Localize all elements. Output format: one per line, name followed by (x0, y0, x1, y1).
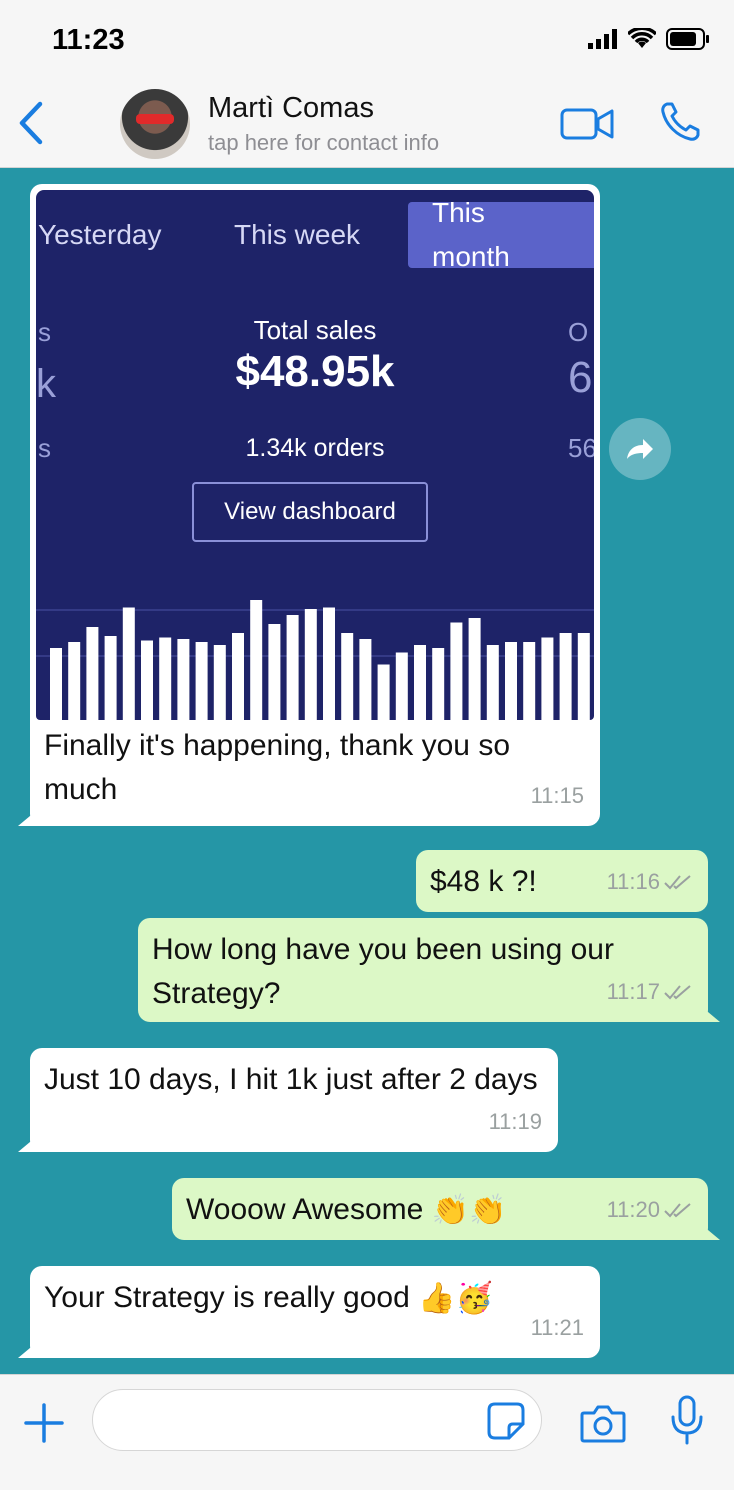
sales-screenshot[interactable]: Yesterday This week This month s k s O 6… (36, 190, 594, 720)
camera-icon[interactable] (580, 1403, 626, 1443)
message-text: Just 10 days, I hit 1k just after 2 days (44, 1063, 538, 1096)
sales-bar (86, 627, 99, 720)
bubble-tail (18, 1338, 42, 1358)
message-input[interactable] (92, 1389, 542, 1451)
read-ticks-icon (664, 875, 691, 890)
sales-bar-graph (36, 600, 594, 720)
sales-bar (395, 652, 408, 720)
sales-bar (505, 642, 517, 720)
bubble-tail (696, 1002, 720, 1022)
sales-bar (541, 637, 554, 720)
sales-bar (559, 633, 572, 720)
message-time: 11:17 (606, 979, 660, 1004)
message-time: 11:20 (606, 1197, 660, 1222)
message-time: 11:19 (488, 1109, 542, 1134)
read-ticks-icon (664, 1203, 691, 1218)
sales-bar (104, 636, 117, 720)
sales-bar (122, 607, 135, 720)
message-text: Your Strategy is really good (44, 1281, 410, 1314)
message-bubble-incoming[interactable]: Just 10 days, I hit 1k just after 2 days… (18, 1048, 558, 1152)
message-time: 11:16 (606, 869, 660, 894)
sales-bar (468, 618, 481, 720)
view-dashboard-button: View dashboard (192, 482, 428, 542)
forward-button[interactable] (609, 418, 671, 480)
sales-bar (159, 637, 172, 720)
sales-bar (195, 642, 208, 720)
tab-this-week: This week (234, 219, 361, 250)
wifi-icon (628, 28, 656, 48)
message-time: 11:15 (530, 783, 584, 808)
sales-bar (523, 642, 536, 720)
message-bubble-outgoing[interactable]: How long have you been using our Strateg… (138, 918, 720, 1022)
avatar[interactable] (120, 89, 190, 159)
sales-bar (414, 645, 426, 720)
thumbs-up-party-emoji: 👍🥳 (418, 1282, 493, 1316)
phone-icon[interactable] (658, 100, 702, 144)
message-bubble-incoming[interactable]: Your Strategy is really good 👍🥳 11:21 (18, 1266, 600, 1358)
sales-bar (432, 648, 445, 720)
sticker-icon[interactable] (487, 1402, 525, 1440)
battery-icon (666, 28, 709, 50)
video-call-icon[interactable] (560, 106, 614, 142)
chat-header: Martì Comas tap here for contact info (0, 80, 734, 168)
bubble-tail (696, 1220, 720, 1240)
message-text: $48 k ?! (430, 865, 537, 898)
plus-icon[interactable] (22, 1401, 66, 1445)
sales-bar (286, 615, 299, 720)
contact-name[interactable]: Martì Comas (208, 92, 374, 125)
back-chevron-icon[interactable] (14, 98, 48, 148)
total-sales-value: $48.95k (235, 347, 395, 396)
sales-bar (50, 648, 62, 720)
orders-count: 1.34k orders (245, 434, 385, 462)
sales-bar (68, 642, 81, 720)
sales-bar (486, 645, 499, 720)
sales-bar (304, 609, 317, 720)
sales-bar (377, 664, 390, 720)
sales-bar (250, 600, 263, 720)
message-text: Wooow Awesome (186, 1193, 424, 1226)
sales-bar (577, 633, 590, 720)
bubble-tail (18, 1132, 42, 1152)
microphone-icon[interactable] (670, 1395, 704, 1445)
contact-info-hint[interactable]: tap here for contact info (208, 130, 439, 156)
sales-bar (359, 639, 372, 720)
sales-bar (450, 622, 463, 720)
sales-bar (323, 607, 335, 720)
composer-bar (0, 1374, 734, 1490)
tab-yesterday: Yesterday (38, 219, 162, 250)
sales-bar (341, 633, 354, 720)
message-text: How long have you been using our Strateg… (152, 933, 614, 1010)
status-bar: 11:23 (0, 0, 734, 80)
sales-bar (213, 645, 226, 720)
sales-bar (177, 639, 190, 720)
bubble-tail (18, 806, 42, 826)
signal-icon (588, 29, 617, 49)
period-tabs: Yesterday This week This month (36, 197, 594, 272)
clapping-hands-emoji: 👏👏 (431, 1194, 507, 1228)
image-message[interactable]: Yesterday This week This month s k s O 6… (18, 184, 600, 826)
total-sales-label: Total sales (253, 315, 377, 345)
chat-area[interactable]: Yesterday This week This month s k s O 6… (0, 168, 734, 1374)
read-ticks-icon (664, 985, 691, 1000)
forward-arrow-icon (627, 439, 653, 459)
sales-bar (232, 633, 244, 720)
message-bubble-outgoing[interactable]: $48 k ?! 11:16 (416, 850, 708, 912)
sales-bar (268, 624, 281, 720)
message-bubble-outgoing[interactable]: Wooow Awesome 👏👏 11:20 (172, 1178, 720, 1240)
message-text: Finally it's happening, thank you so muc… (44, 729, 511, 806)
sales-bar (141, 640, 153, 720)
message-time: 11:21 (530, 1315, 584, 1340)
status-time: 11:23 (52, 24, 125, 56)
tab-this-month: This month (408, 197, 594, 272)
